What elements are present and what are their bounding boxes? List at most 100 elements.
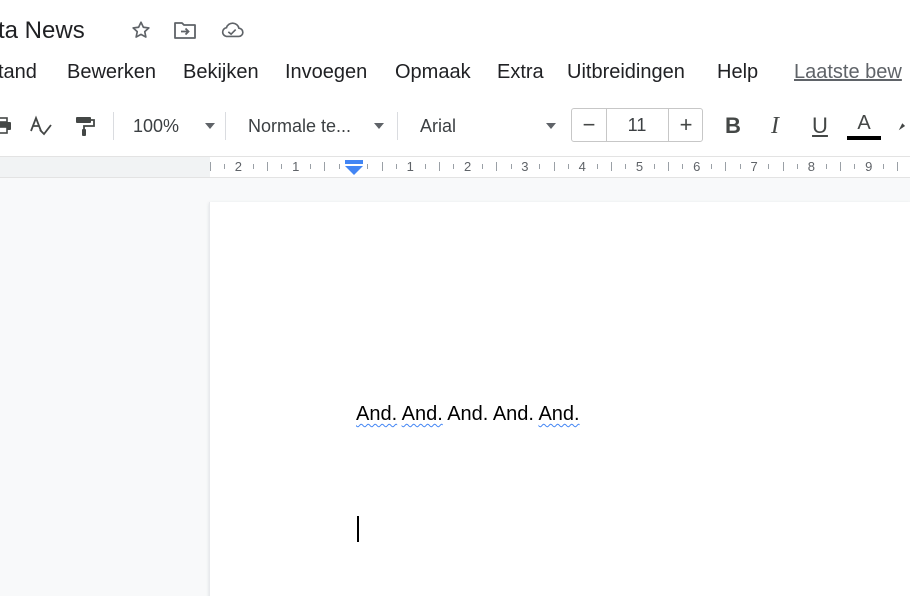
ruler-tick (568, 164, 569, 169)
ruler-tick (482, 164, 483, 169)
ruler-tick (654, 164, 655, 169)
ruler-number: 6 (693, 159, 701, 174)
ruler-tick (597, 164, 598, 169)
ruler-number: 7 (750, 159, 758, 174)
ruler-number: 1 (406, 159, 414, 174)
cloud-saved-icon[interactable] (220, 18, 244, 42)
ruler-tick (339, 164, 340, 169)
docs-window: ta News tand Bewerken Bekijken Invoegen … (0, 0, 910, 596)
ruler-tick (854, 164, 855, 169)
ruler-tick (554, 162, 555, 171)
ruler-tick (711, 164, 712, 169)
ruler-tick (668, 162, 669, 171)
bold-label: B (725, 113, 741, 138)
ruler-tick (396, 164, 397, 169)
word[interactable]: And. (356, 403, 397, 425)
ruler-tick (382, 162, 383, 171)
chevron-down-icon (205, 123, 215, 129)
bold-button[interactable]: B (718, 112, 748, 140)
word[interactable]: And. (538, 403, 579, 425)
ruler-tick (496, 162, 497, 171)
document-canvas: And. And. And. And. And. (0, 178, 910, 596)
ruler-tick (611, 162, 612, 171)
ruler-number: 9 (865, 159, 873, 174)
title-bar: ta News (0, 0, 910, 56)
word[interactable]: And. (493, 403, 534, 425)
ruler-number: 2 (234, 159, 242, 174)
menu-item-opmaak[interactable]: Opmaak (395, 60, 471, 84)
chevron-down-icon (546, 123, 556, 129)
ruler-tick (425, 164, 426, 169)
font-family-value: Arial (420, 115, 457, 136)
ruler-tick (797, 164, 798, 169)
document-page[interactable]: And. And. And. And. And. (209, 202, 910, 596)
ruler-tick (883, 164, 884, 169)
last-edit-link[interactable]: Laatste bew (794, 60, 902, 84)
menu-item-bekijken[interactable]: Bekijken (183, 60, 259, 84)
decrease-font-size-button[interactable]: − (572, 109, 606, 141)
font-family-select[interactable]: Arial (420, 112, 556, 140)
text-color-swatch (847, 136, 881, 140)
italic-button[interactable]: I (760, 112, 790, 140)
ruler-tick (840, 162, 841, 171)
ruler-tick (682, 164, 683, 169)
underline-button[interactable]: U (805, 112, 835, 140)
menu-item-uitbreidingen[interactable]: Uitbreidingen (567, 60, 685, 84)
menu-item-help[interactable]: Help (717, 60, 758, 84)
paint-format-icon[interactable] (72, 112, 98, 140)
increase-font-size-button[interactable]: + (669, 109, 703, 141)
spellcheck-icon[interactable] (28, 112, 54, 140)
text-color-label: A (857, 112, 871, 134)
highlight-color-icon[interactable] (896, 112, 910, 140)
ruler-tick (210, 162, 211, 171)
menu-item-extra[interactable]: Extra (497, 60, 544, 84)
ruler-tick (826, 164, 827, 169)
print-icon[interactable] (0, 112, 16, 140)
ruler-tick (539, 164, 540, 169)
menu-item-bewerken[interactable]: Bewerken (67, 60, 156, 84)
paragraph[interactable]: And. And. And. And. And. (356, 402, 580, 426)
ruler-tick (281, 164, 282, 169)
ruler-tick (783, 162, 784, 171)
paragraph-style-value: Normale te... (248, 115, 352, 136)
paragraph-style-select[interactable]: Normale te... (248, 112, 384, 140)
ruler-tick (625, 164, 626, 169)
italic-label: I (771, 112, 779, 139)
ruler-tick (740, 164, 741, 169)
chevron-down-icon (374, 123, 384, 129)
ruler-tick (439, 162, 440, 171)
ruler-tick (768, 164, 769, 169)
underline-label: U (812, 113, 828, 138)
text-color-button[interactable]: A (846, 108, 882, 144)
toolbar-divider (225, 112, 226, 140)
ruler-tick (511, 164, 512, 169)
menu-bar: tand Bewerken Bekijken Invoegen Opmaak E… (0, 56, 910, 90)
menu-item-invoegen[interactable]: Invoegen (285, 60, 367, 84)
toolbar-divider (397, 112, 398, 140)
ruler[interactable]: 2 1 1 2 3 4 5 6 7 8 9 (0, 156, 910, 178)
ruler-tick (453, 164, 454, 169)
font-size-control: − 11 + (571, 108, 703, 142)
text-cursor (357, 516, 359, 542)
ruler-number: 4 (578, 159, 586, 174)
ruler-tick (267, 162, 268, 171)
move-to-folder-icon[interactable] (173, 18, 197, 42)
zoom-select[interactable]: 100% (133, 112, 215, 140)
ruler-number: 3 (521, 159, 529, 174)
document-title[interactable]: ta News (0, 17, 85, 45)
toolbar: 100% Normale te... Arial B I U A (0, 100, 910, 152)
ruler-tick (725, 162, 726, 171)
word[interactable]: And. (402, 403, 443, 425)
menu-item-bestand[interactable]: tand (0, 60, 37, 84)
ruler-number: 2 (463, 159, 472, 174)
star-icon[interactable] (129, 18, 153, 42)
ruler-number: 1 (292, 159, 300, 174)
toolbar-divider (113, 112, 114, 140)
ruler-tick (310, 164, 311, 169)
zoom-value: 100% (133, 115, 180, 136)
word[interactable]: And. (447, 403, 488, 425)
font-size-input[interactable]: 11 (607, 109, 667, 141)
ruler-tick (224, 164, 225, 169)
ruler-tick (253, 164, 254, 169)
ruler-number: 8 (807, 159, 815, 174)
